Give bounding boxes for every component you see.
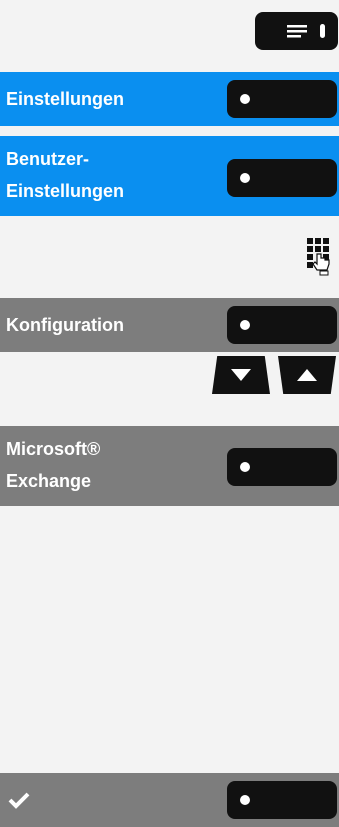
menu-icon — [287, 24, 325, 38]
row-label: Microsoft® Exchange — [6, 439, 101, 491]
row-benutzer-einstellungen: Benutzer- Einstellungen — [0, 136, 339, 216]
dot-icon — [240, 795, 250, 805]
select-button-benutzer-einstellungen[interactable] — [227, 159, 337, 197]
dot-icon — [240, 94, 250, 104]
menu-button[interactable] — [255, 12, 338, 50]
dot-icon — [240, 462, 250, 472]
select-button-konfiguration[interactable] — [227, 306, 337, 344]
confirm-button[interactable] — [227, 781, 337, 819]
dot-icon — [240, 320, 250, 330]
dot-icon — [240, 173, 250, 183]
scroll-down-button[interactable] — [212, 356, 270, 394]
checkmark-icon — [8, 792, 30, 809]
row-einstellungen: Einstellungen — [0, 72, 339, 126]
keypad-hand-icon — [307, 238, 330, 276]
row-konfiguration: Konfiguration — [0, 298, 339, 352]
row-label: Konfiguration — [6, 315, 124, 335]
triangle-up-icon — [297, 369, 317, 381]
row-label: Benutzer- Einstellungen — [6, 149, 125, 201]
row-label: Einstellungen — [6, 89, 125, 109]
row-confirm — [0, 773, 339, 827]
row-microsoft-exchange: Microsoft® Exchange — [0, 426, 339, 506]
scroll-up-button[interactable] — [278, 356, 336, 394]
select-button-einstellungen[interactable] — [227, 80, 337, 118]
triangle-down-icon — [231, 369, 251, 381]
select-button-microsoft-exchange[interactable] — [227, 448, 337, 486]
